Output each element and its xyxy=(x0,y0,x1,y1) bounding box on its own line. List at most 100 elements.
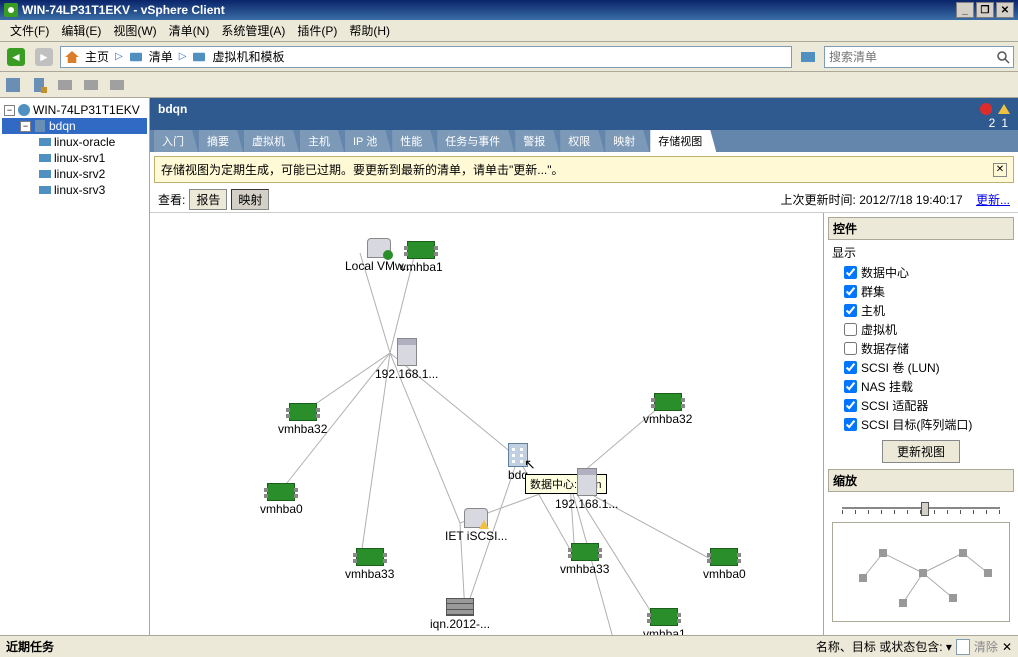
node-vmhba0-b[interactable]: vmhba0 xyxy=(703,548,746,581)
node-vmhba1-a[interactable]: vmhba1 xyxy=(400,241,443,274)
show-checkbox[interactable] xyxy=(844,266,857,279)
zoom-slider[interactable] xyxy=(832,498,1010,518)
menu-edit[interactable]: 编辑(E) xyxy=(55,20,107,41)
tasks-close-icon[interactable]: ✕ xyxy=(1002,640,1012,654)
tab-maps[interactable]: 映射 xyxy=(605,130,649,152)
tree-vm-label: linux-srv2 xyxy=(54,167,105,181)
node-vmhba33-a[interactable]: vmhba33 xyxy=(345,548,394,581)
view-map-button[interactable]: 映射 xyxy=(231,189,269,210)
show-check-row[interactable]: SCSI 目标(阵列端口) xyxy=(828,415,1014,434)
tree-root[interactable]: − WIN-74LP31T1EKV xyxy=(2,102,147,118)
show-check-row[interactable]: 群集 xyxy=(828,282,1014,301)
show-check-label: NAS 挂载 xyxy=(861,378,913,395)
address-bar[interactable]: 主页 ▷ 清单 ▷ 虚拟机和模板 xyxy=(60,46,792,68)
breadcrumb-home[interactable]: 主页 xyxy=(85,48,109,65)
tab-summary[interactable]: 摘要 xyxy=(199,130,243,152)
tree-vm[interactable]: linux-oracle xyxy=(2,134,147,150)
tree-toggle[interactable]: − xyxy=(20,121,31,132)
search-box[interactable] xyxy=(824,46,1014,68)
show-checkbox[interactable] xyxy=(844,323,857,336)
breadcrumb-separator: ▷ xyxy=(179,51,187,62)
show-checkbox[interactable] xyxy=(844,285,857,298)
show-check-row[interactable]: 虚拟机 xyxy=(828,320,1014,339)
close-button[interactable]: ✕ xyxy=(996,2,1014,18)
breadcrumb-inventory[interactable]: 清单 xyxy=(149,48,173,65)
new-vm-icon[interactable] xyxy=(56,76,74,94)
node-vmhba32-a[interactable]: vmhba32 xyxy=(278,403,327,436)
update-link[interactable]: 更新... xyxy=(976,193,1010,207)
alert-error-indicator[interactable] xyxy=(980,103,992,115)
new-host-icon[interactable] xyxy=(30,76,48,94)
tree-vm[interactable]: linux-srv2 xyxy=(2,166,147,182)
menu-inventory[interactable]: 清单(N) xyxy=(163,20,216,41)
nav-forward-button[interactable]: ► xyxy=(32,45,56,69)
nav-back-button[interactable]: ◄ xyxy=(4,45,28,69)
view-bar: 查看: 报告 映射 上次更新时间: 2012/7/18 19:40:17 更新.… xyxy=(150,187,1018,213)
hba-icon xyxy=(267,483,295,501)
menu-file[interactable]: 文件(F) xyxy=(4,20,55,41)
tab-performance[interactable]: 性能 xyxy=(392,130,436,152)
show-checkbox[interactable] xyxy=(844,380,857,393)
search-button[interactable] xyxy=(993,47,1013,67)
tree-datacenter[interactable]: − bdqn xyxy=(2,118,147,134)
update-view-button[interactable]: 更新视图 xyxy=(882,440,960,463)
search-options-icon xyxy=(800,49,816,65)
menu-help[interactable]: 帮助(H) xyxy=(343,20,396,41)
menu-view[interactable]: 视图(W) xyxy=(107,20,162,41)
tab-getting-started[interactable]: 入门 xyxy=(154,130,198,152)
tab-tasks-events[interactable]: 任务与事件 xyxy=(437,130,514,152)
minimap[interactable] xyxy=(832,522,1010,622)
menu-plugins[interactable]: 插件(P) xyxy=(291,20,343,41)
show-check-row[interactable]: 数据中心 xyxy=(828,263,1014,282)
show-check-row[interactable]: SCSI 适配器 xyxy=(828,396,1014,415)
recent-tasks-bar: 近期任务 名称、目标 或状态包含: ▾ 清除 ✕ xyxy=(0,635,1018,657)
info-banner-close[interactable]: ✕ xyxy=(993,163,1007,177)
new-folder-icon[interactable] xyxy=(82,76,100,94)
tab-hosts[interactable]: 主机 xyxy=(300,130,344,152)
new-dc-icon[interactable] xyxy=(4,76,22,94)
show-check-row[interactable]: 主机 xyxy=(828,301,1014,320)
node-vmhba1-b[interactable]: vmhba1 xyxy=(643,608,686,635)
inventory-icon xyxy=(129,51,143,63)
tab-ip-pools[interactable]: IP 池 xyxy=(345,130,391,152)
new-template-icon[interactable] xyxy=(108,76,126,94)
menu-admin[interactable]: 系统管理(A) xyxy=(215,20,291,41)
show-checkbox[interactable] xyxy=(844,399,857,412)
tree-vm-label: linux-oracle xyxy=(54,135,115,149)
show-check-row[interactable]: SCSI 卷 (LUN) xyxy=(828,358,1014,377)
minimize-button[interactable]: _ xyxy=(956,2,974,18)
storage-map-canvas[interactable]: Local VMw... vmhba1 vmhba32 192.168.1...… xyxy=(150,213,823,635)
alert-warning-indicator[interactable] xyxy=(998,104,1010,114)
tab-storage-views[interactable]: 存储视图 xyxy=(650,130,716,152)
tab-alarms[interactable]: 警报 xyxy=(515,130,559,152)
node-iqn[interactable]: iqn.2012-... xyxy=(430,598,490,631)
node-vmhba32-b[interactable]: vmhba32 xyxy=(643,393,692,426)
restore-button[interactable]: ❐ xyxy=(976,2,994,18)
show-checkbox[interactable] xyxy=(844,418,857,431)
tasks-filter-input[interactable] xyxy=(956,639,970,655)
node-iet-iscsi[interactable]: IET iSCSI... xyxy=(445,508,507,543)
tasks-clear-link[interactable]: 清除 xyxy=(974,638,998,655)
tab-vms[interactable]: 虚拟机 xyxy=(244,130,299,152)
view-report-button[interactable]: 报告 xyxy=(189,189,227,210)
show-check-row[interactable]: 数据存储 xyxy=(828,339,1014,358)
tree-vm[interactable]: linux-srv1 xyxy=(2,150,147,166)
zoom-thumb[interactable] xyxy=(921,502,929,516)
vm-icon xyxy=(38,151,52,165)
search-options-button[interactable] xyxy=(796,45,820,69)
search-input[interactable] xyxy=(825,50,993,64)
show-check-row[interactable]: NAS 挂载 xyxy=(828,377,1014,396)
node-host1[interactable]: 192.168.1... xyxy=(375,338,438,381)
tab-permissions[interactable]: 权限 xyxy=(560,130,604,152)
node-vmhba0-a[interactable]: vmhba0 xyxy=(260,483,303,516)
node-host2[interactable]: 192.168.1... xyxy=(555,468,618,511)
show-checkbox[interactable] xyxy=(844,304,857,317)
tree-toggle[interactable]: − xyxy=(4,105,15,116)
show-checkbox[interactable] xyxy=(844,361,857,374)
show-checkbox[interactable] xyxy=(844,342,857,355)
datacenter-icon xyxy=(508,443,528,467)
breadcrumb-vms[interactable]: 虚拟机和模板 xyxy=(212,48,284,65)
node-vmhba33-b[interactable]: vmhba33 xyxy=(560,543,609,576)
inventory-tree[interactable]: − WIN-74LP31T1EKV − bdqn linux-oracle li… xyxy=(0,98,150,635)
tree-vm[interactable]: linux-srv3 xyxy=(2,182,147,198)
